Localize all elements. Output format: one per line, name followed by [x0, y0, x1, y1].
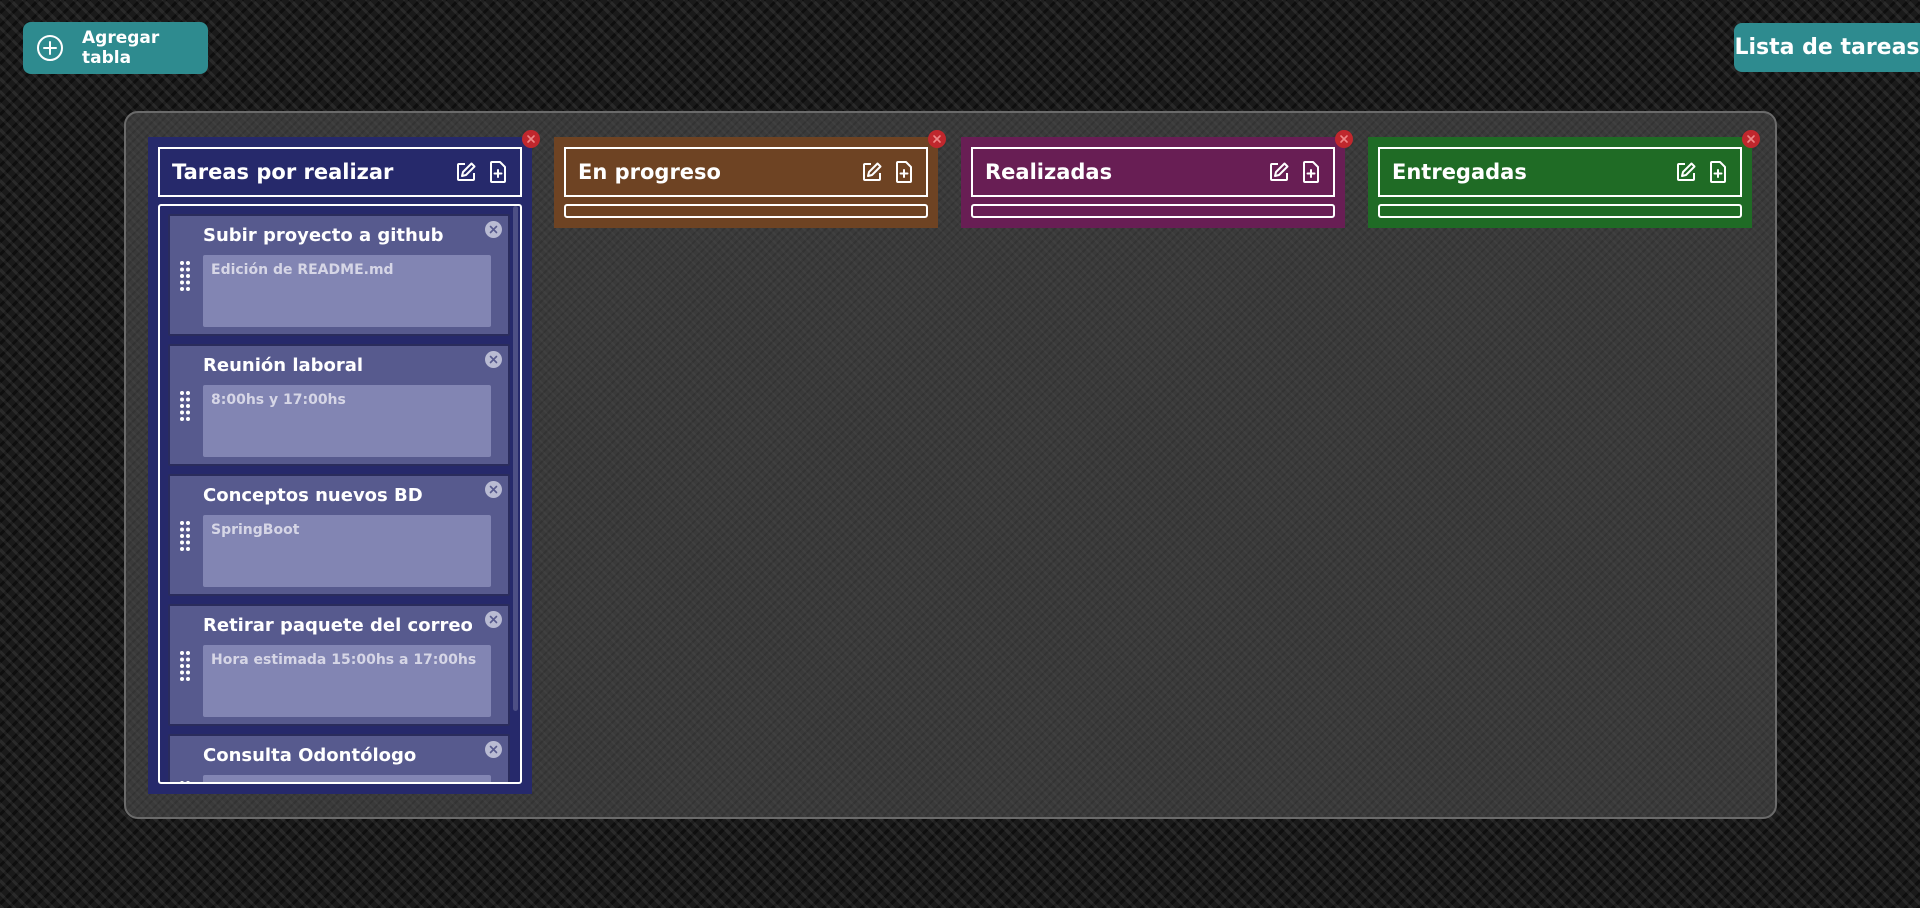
column-title: Entregadas	[1392, 160, 1527, 184]
column-cards-area[interactable]: Subir proyecto a github Edición de READM…	[158, 204, 522, 784]
edit-icon[interactable]	[1267, 160, 1291, 184]
column-header: Realizadas	[971, 147, 1335, 197]
scrollbar[interactable]	[513, 206, 518, 711]
file-add-icon[interactable]	[892, 160, 916, 184]
column-title: Realizadas	[985, 160, 1113, 184]
file-add-icon[interactable]	[1706, 160, 1730, 184]
file-add-icon[interactable]	[1299, 160, 1323, 184]
close-icon[interactable]	[485, 351, 502, 368]
close-icon[interactable]	[485, 741, 502, 758]
add-table-label: Agregar tabla	[82, 28, 160, 68]
close-icon[interactable]	[485, 221, 502, 238]
card-title: Retirar paquete del correo	[203, 615, 472, 636]
close-icon[interactable]	[485, 481, 502, 498]
column-header: Entregadas	[1378, 147, 1742, 197]
board: Tareas por realizar Subir proyecto a git…	[124, 111, 1777, 819]
drag-handle-icon[interactable]	[179, 520, 191, 552]
column-title: Tareas por realizar	[172, 160, 394, 184]
app-title: Lista de tareas	[1734, 23, 1920, 72]
column-cards-area[interactable]	[971, 204, 1335, 218]
column-en-progreso: En progreso	[554, 130, 946, 228]
card-description[interactable]: SpringBoot	[203, 515, 491, 587]
plus-circle-icon	[36, 34, 64, 62]
card-title: Consulta Odontólogo	[203, 745, 417, 766]
edit-icon[interactable]	[860, 160, 884, 184]
task-card[interactable]: Consulta Odontólogo	[168, 734, 510, 782]
column-cards-area[interactable]	[1378, 204, 1742, 218]
task-card[interactable]: Retirar paquete del correo Hora estimada…	[168, 604, 510, 726]
card-description[interactable]: Edición de README.md	[203, 255, 491, 327]
column-title: En progreso	[578, 160, 721, 184]
column-close-icon[interactable]	[1742, 130, 1760, 148]
card-title: Subir proyecto a github	[203, 225, 444, 246]
column-header: Tareas por realizar	[158, 147, 522, 197]
task-card[interactable]: Reunión laboral 8:00hs y 17:00hs	[168, 344, 510, 466]
drag-handle-icon[interactable]	[179, 780, 191, 782]
add-table-button[interactable]: Agregar tabla	[23, 22, 208, 74]
edit-icon[interactable]	[1674, 160, 1698, 184]
drag-handle-icon[interactable]	[179, 390, 191, 422]
drag-handle-icon[interactable]	[179, 260, 191, 292]
task-card[interactable]: Conceptos nuevos BD SpringBoot	[168, 474, 510, 596]
column-realizadas: Realizadas	[961, 130, 1353, 228]
card-title: Conceptos nuevos BD	[203, 485, 423, 506]
drag-handle-icon[interactable]	[179, 650, 191, 682]
card-description[interactable]: 8:00hs y 17:00hs	[203, 385, 491, 457]
column-header: En progreso	[564, 147, 928, 197]
column-close-icon[interactable]	[522, 130, 540, 148]
file-add-icon[interactable]	[486, 160, 510, 184]
card-description[interactable]	[203, 775, 491, 782]
edit-icon[interactable]	[454, 160, 478, 184]
card-description[interactable]: Hora estimada 15:00hs a 17:00hs	[203, 645, 491, 717]
card-title: Reunión laboral	[203, 355, 364, 376]
column-tareas-por-realizar: Tareas por realizar Subir proyecto a git…	[148, 130, 540, 794]
column-close-icon[interactable]	[1335, 130, 1353, 148]
close-icon[interactable]	[485, 611, 502, 628]
column-cards-area[interactable]	[564, 204, 928, 218]
task-card[interactable]: Subir proyecto a github Edición de READM…	[168, 214, 510, 336]
column-entregadas: Entregadas	[1368, 130, 1760, 228]
column-close-icon[interactable]	[928, 130, 946, 148]
card-list: Subir proyecto a github Edición de READM…	[160, 206, 520, 782]
